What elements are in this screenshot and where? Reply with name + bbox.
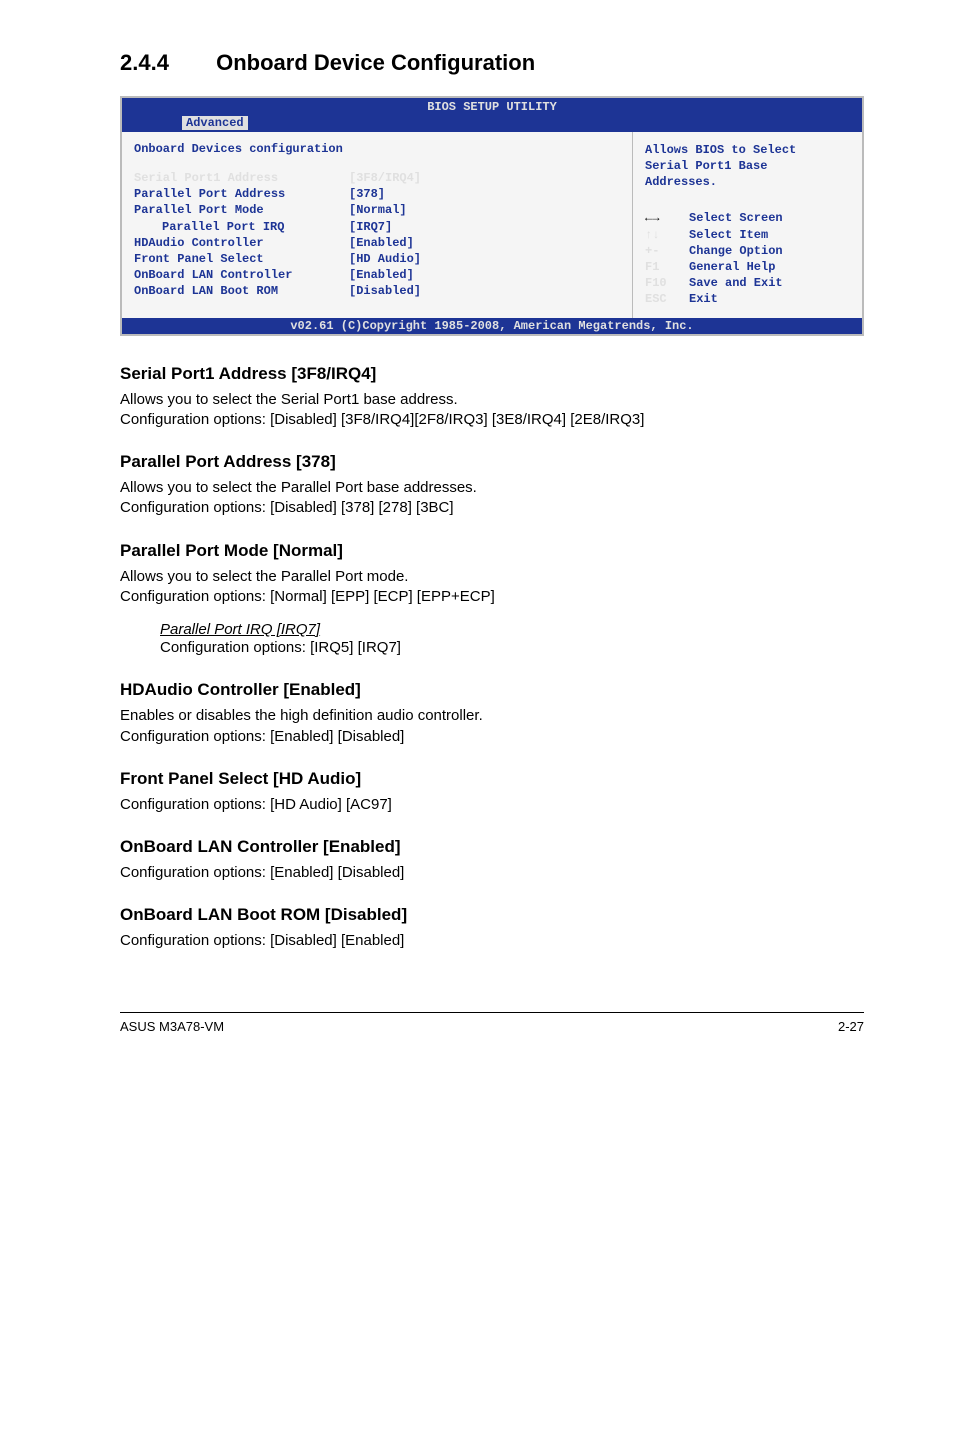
text-lan-controller-opts: Configuration options: [Enabled] [Disabl…: [120, 863, 864, 883]
text-serial-port1-opts: Configuration options: [Disabled] [3F8/I…: [120, 410, 864, 430]
bios-key-name: ESC: [645, 291, 689, 307]
page-footer: ASUS M3A78-VM 2-27: [120, 1012, 864, 1034]
bios-option-row: Front Panel Select[HD Audio]: [134, 251, 620, 267]
bios-key-row: F10Save and Exit: [645, 275, 850, 291]
bios-active-tab: Advanced: [182, 116, 248, 130]
text-parallel-mode-opts: Configuration options: [Normal] [EPP] [E…: [120, 587, 864, 607]
bios-help-pane: Allows BIOS to SelectSerial Port1 BaseAd…: [633, 132, 862, 318]
text-hdaudio-opts: Configuration options: [Enabled] [Disabl…: [120, 727, 864, 747]
section-title: Onboard Device Configuration: [216, 50, 535, 75]
bios-option-label: HDAudio Controller: [134, 235, 349, 251]
bios-key-name: F10: [645, 275, 689, 291]
sub-block-parallel-irq: Parallel Port IRQ [IRQ7] Configuration o…: [160, 621, 864, 658]
bios-help-line: Allows BIOS to Select: [645, 142, 850, 158]
bios-key-row: ↑↓Select Item: [645, 227, 850, 243]
section-heading: 2.4.4 Onboard Device Configuration: [120, 50, 864, 76]
bios-option-label: Front Panel Select: [134, 251, 349, 267]
bios-key-action: Select Item: [689, 227, 768, 243]
bios-key-row: F1General Help: [645, 259, 850, 275]
footer-left: ASUS M3A78-VM: [120, 1019, 224, 1034]
text-parallel-irq-opts: Configuration options: [IRQ5] [IRQ7]: [160, 638, 864, 658]
heading-lan-boot-rom: OnBoard LAN Boot ROM [Disabled]: [120, 905, 864, 925]
bios-option-row: Parallel Port IRQ[IRQ7]: [134, 219, 620, 235]
bios-option-row: OnBoard LAN Controller[Enabled]: [134, 267, 620, 283]
bios-help-text: Allows BIOS to SelectSerial Port1 BaseAd…: [645, 142, 850, 191]
bios-option-row: HDAudio Controller[Enabled]: [134, 235, 620, 251]
bios-option-row: Parallel Port Mode[Normal]: [134, 202, 620, 218]
text-parallel-mode-desc: Allows you to select the Parallel Port m…: [120, 567, 864, 587]
heading-parallel-address: Parallel Port Address [378]: [120, 452, 864, 472]
text-serial-port1-desc: Allows you to select the Serial Port1 ba…: [120, 390, 864, 410]
heading-parallel-irq: Parallel Port IRQ [IRQ7]: [160, 621, 864, 638]
heading-hdaudio: HDAudio Controller [Enabled]: [120, 680, 864, 700]
bios-option-value: [Disabled]: [349, 283, 421, 299]
bios-key-name: +-: [645, 243, 689, 259]
bios-option-label: OnBoard LAN Controller: [134, 267, 349, 283]
bios-left-pane: Onboard Devices configuration Serial Por…: [122, 132, 633, 318]
bios-key-action: Change Option: [689, 243, 783, 259]
bios-option-value: [3F8/IRQ4]: [349, 170, 421, 186]
bios-option-label: Parallel Port IRQ: [134, 219, 349, 235]
bios-key-name: ↑↓: [645, 227, 689, 243]
bios-key-action: Select Screen: [689, 210, 783, 226]
bios-option-row: Parallel Port Address[378]: [134, 186, 620, 202]
bios-option-row: OnBoard LAN Boot ROM[Disabled]: [134, 283, 620, 299]
heading-lan-controller: OnBoard LAN Controller [Enabled]: [120, 837, 864, 857]
bios-key-name: ←→: [645, 210, 689, 226]
bios-screenshot: BIOS SETUP UTILITY Advanced Onboard Devi…: [120, 96, 864, 336]
bios-key-name: F1: [645, 259, 689, 275]
bios-option-value: [378]: [349, 186, 385, 202]
heading-parallel-mode: Parallel Port Mode [Normal]: [120, 541, 864, 561]
bios-option-list: Serial Port1 Address[3F8/IRQ4]Parallel P…: [134, 170, 620, 300]
bios-key-row: ESCExit: [645, 291, 850, 307]
section-number: 2.4.4: [120, 50, 210, 76]
bios-help-line: Serial Port1 Base: [645, 158, 850, 174]
bios-option-value: [Normal]: [349, 202, 407, 218]
bios-option-label: OnBoard LAN Boot ROM: [134, 283, 349, 299]
heading-serial-port1: Serial Port1 Address [3F8/IRQ4]: [120, 364, 864, 384]
heading-front-panel: Front Panel Select [HD Audio]: [120, 769, 864, 789]
bios-panel-header: Onboard Devices configuration: [134, 142, 620, 156]
bios-help-line: Addresses.: [645, 174, 850, 190]
bios-tab-row: Advanced: [122, 116, 862, 132]
bios-key-action: General Help: [689, 259, 775, 275]
footer-right: 2-27: [838, 1019, 864, 1034]
bios-option-label: Parallel Port Address: [134, 186, 349, 202]
bios-key-legend: ←→Select Screen↑↓Select Item+-Change Opt…: [645, 210, 850, 307]
bios-option-value: [IRQ7]: [349, 219, 392, 235]
text-front-panel-opts: Configuration options: [HD Audio] [AC97]: [120, 795, 864, 815]
bios-option-value: [Enabled]: [349, 267, 414, 283]
bios-option-value: [HD Audio]: [349, 251, 421, 267]
bios-option-row: Serial Port1 Address[3F8/IRQ4]: [134, 170, 620, 186]
bios-key-row: ←→Select Screen: [645, 210, 850, 226]
text-hdaudio-desc: Enables or disables the high definition …: [120, 706, 864, 726]
text-lan-boot-rom-opts: Configuration options: [Disabled] [Enabl…: [120, 931, 864, 951]
bios-option-value: [Enabled]: [349, 235, 414, 251]
bios-footer: v02.61 (C)Copyright 1985-2008, American …: [122, 318, 862, 334]
bios-title: BIOS SETUP UTILITY: [122, 98, 862, 116]
bios-option-label: Serial Port1 Address: [134, 170, 349, 186]
bios-key-row: +-Change Option: [645, 243, 850, 259]
bios-key-action: Exit: [689, 291, 718, 307]
text-parallel-address-desc: Allows you to select the Parallel Port b…: [120, 478, 864, 498]
bios-key-action: Save and Exit: [689, 275, 783, 291]
text-parallel-address-opts: Configuration options: [Disabled] [378] …: [120, 498, 864, 518]
bios-option-label: Parallel Port Mode: [134, 202, 349, 218]
